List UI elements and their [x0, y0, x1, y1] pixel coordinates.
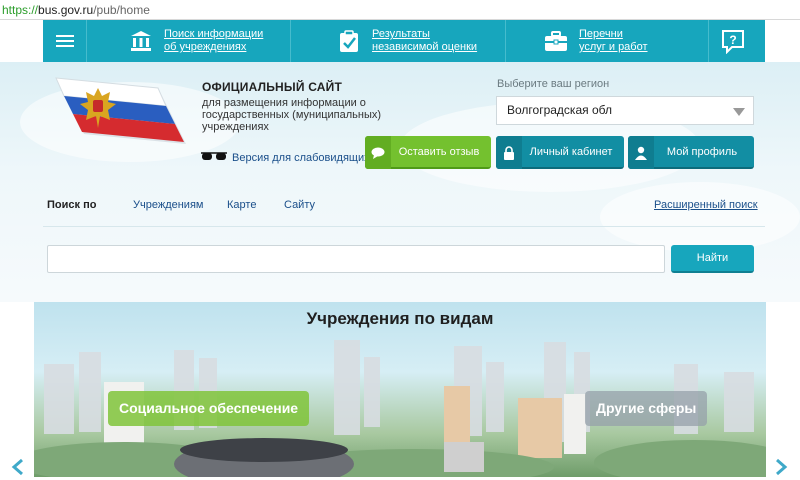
hamburger-icon [56, 35, 74, 37]
url-host: bus.gov.ru [38, 3, 94, 17]
low-vision-label: Версия для слабовидящих [232, 151, 370, 164]
address-bar[interactable]: https://bus.gov.ru/pub/home [0, 0, 800, 20]
divider [505, 20, 506, 62]
nav-institutions[interactable]: Поиск информации об учреждениях [128, 20, 263, 62]
leave-feedback-button[interactable]: Оставить отзыв [365, 136, 491, 169]
menu-button[interactable] [43, 20, 87, 62]
site-title: ОФИЦИАЛЬНЫЙ САЙТ [202, 80, 343, 94]
lock-icon [496, 136, 522, 169]
my-profile-button[interactable]: Мой профиль [628, 136, 754, 169]
help-button[interactable]: ? [720, 20, 756, 62]
nav-services-label: Перечни услуг и работ [579, 28, 648, 53]
nav-services-lists[interactable]: Перечни услуг и работ [543, 20, 648, 62]
divider [708, 20, 709, 62]
top-navigation: Поиск информации об учреждениях Результат… [43, 20, 765, 62]
search-option-institutions[interactable]: Учреждениям [133, 199, 203, 211]
institutions-section-title: Учреждения по видам [306, 309, 494, 328]
leave-feedback-label: Оставить отзыв [398, 145, 480, 158]
chevron-right-icon[interactable] [773, 458, 793, 478]
personal-cabinet-label: Личный кабинет [529, 145, 613, 158]
briefcase-icon [543, 28, 569, 54]
category-other-spheres[interactable]: Другие сферы [585, 391, 708, 426]
glasses-icon [200, 150, 228, 165]
question-bubble-icon: ? [720, 28, 746, 54]
url-protocol: https:// [2, 3, 39, 17]
low-vision-link[interactable]: Версия для слабовидящих [200, 150, 370, 165]
region-label: Выберите ваш регион [497, 78, 610, 90]
user-icon [628, 136, 654, 169]
clipboard-check-icon [336, 28, 362, 54]
svg-text:?: ? [729, 33, 736, 47]
site-subtitle: для размещения информации о государствен… [202, 97, 382, 133]
my-profile-label: Мой профиль [666, 145, 738, 158]
building-icon [128, 28, 154, 54]
category-social-security[interactable]: Социальное обеспечение [108, 391, 310, 426]
personal-cabinet-button[interactable]: Личный кабинет [496, 136, 624, 169]
chevron-left-icon[interactable] [10, 458, 30, 478]
region-select[interactable]: Волгоградская обл [496, 96, 754, 125]
search-by-label: Поиск по [47, 199, 97, 211]
find-button[interactable]: Найти [671, 245, 754, 273]
divider [290, 20, 291, 62]
region-value: Волгоградская обл [507, 103, 612, 117]
russian-flag-emblem [48, 72, 188, 162]
url-path: /pub/home [93, 3, 150, 17]
triangle-down-icon [733, 108, 745, 116]
nav-institutions-label: Поиск информации об учреждениях [164, 28, 264, 53]
advanced-search-link[interactable]: Расширенный поиск [654, 199, 758, 211]
search-option-site[interactable]: Сайту [284, 199, 315, 211]
divider [43, 226, 765, 227]
search-input[interactable] [47, 245, 665, 273]
nav-independent-assessment[interactable]: Результаты независимой оценки [336, 20, 477, 62]
search-option-map[interactable]: Карте [227, 199, 256, 211]
nav-assessment-label: Результаты независимой оценки [372, 28, 478, 53]
speech-bubble-icon [365, 136, 391, 169]
